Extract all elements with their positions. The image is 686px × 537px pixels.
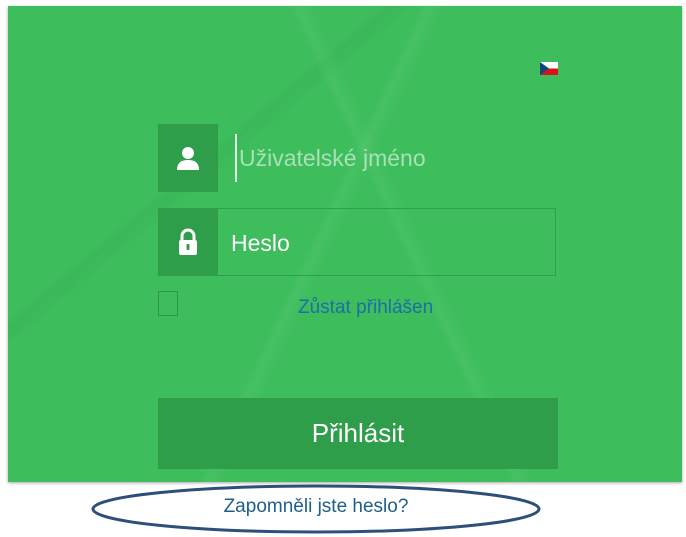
username-icon-box [158, 124, 218, 192]
username-field [158, 124, 561, 192]
login-panel: Zůstat přihlášen Přihlásit [8, 6, 682, 482]
remember-me-label[interactable]: Zůstat přihlášen [298, 297, 433, 319]
forgot-password-link[interactable]: Zapomněli jste heslo? [90, 496, 542, 518]
user-icon [177, 147, 199, 170]
czech-flag-icon[interactable] [540, 62, 558, 75]
password-input[interactable] [227, 219, 553, 267]
login-button[interactable]: Přihlásit [158, 398, 558, 469]
remember-me-row: Zůstat přihlášen [158, 291, 556, 323]
forgot-password-area: Zapomněli jste heslo? [90, 482, 542, 534]
username-input[interactable] [235, 134, 561, 182]
lock-icon [179, 228, 197, 255]
password-icon-box [158, 208, 218, 276]
remember-me-checkbox[interactable] [158, 291, 178, 316]
password-field [158, 208, 556, 276]
